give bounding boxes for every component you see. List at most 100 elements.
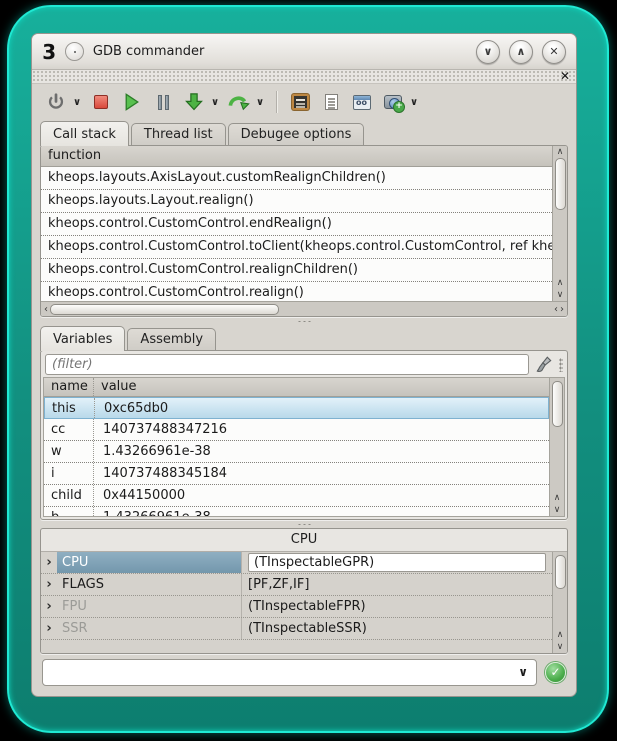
disassembly-doc-icon bbox=[325, 94, 338, 110]
callstack-row[interactable]: kheops.control.CustomControl.realignChil… bbox=[41, 259, 552, 282]
register-group-name[interactable]: CPU bbox=[57, 552, 242, 573]
vscroll-thumb[interactable] bbox=[552, 381, 563, 427]
filter-resize-handle[interactable] bbox=[559, 358, 563, 372]
callstack-vscrollbar[interactable]: ∧ ∧ ∨ bbox=[552, 146, 567, 301]
titlebar[interactable]: Ɛ GDB commander ∨ ∧ ✕ bbox=[32, 34, 576, 70]
shade-button[interactable]: ∨ bbox=[476, 40, 500, 64]
var-name: b bbox=[44, 507, 94, 516]
close-button[interactable]: ✕ bbox=[542, 40, 566, 64]
memory-view-button[interactable] bbox=[288, 90, 312, 114]
window-menu-button[interactable] bbox=[65, 42, 84, 61]
filter-input[interactable] bbox=[45, 354, 529, 375]
variables-header[interactable]: name value bbox=[44, 378, 549, 397]
gdb-commander-window: Ɛ GDB commander ∨ ∧ ✕ ✕ ∨ bbox=[31, 33, 577, 697]
hscroll-thumb[interactable] bbox=[50, 304, 279, 315]
step-into-dropdown[interactable]: ∨ bbox=[210, 97, 220, 108]
chevron-down-icon: ∨ bbox=[484, 45, 493, 58]
disassembly-button[interactable] bbox=[319, 90, 343, 114]
dock-handle-bar[interactable]: ✕ bbox=[32, 70, 576, 84]
callstack-row[interactable]: kheops.control.CustomControl.endRealign(… bbox=[41, 213, 552, 236]
stop-icon bbox=[94, 95, 108, 109]
var-name: i bbox=[44, 463, 94, 484]
vscroll-thumb[interactable] bbox=[555, 158, 566, 210]
dock-close-icon[interactable]: ✕ bbox=[560, 69, 570, 83]
step-over-icon bbox=[228, 92, 250, 112]
expander-icon[interactable]: › bbox=[41, 599, 57, 614]
gdb-command-combobox[interactable]: ∨ bbox=[42, 659, 537, 686]
variable-row[interactable]: child 0x44150000 bbox=[44, 485, 549, 507]
var-name: child bbox=[44, 485, 94, 506]
scroll-left-icon[interactable]: ‹ bbox=[554, 304, 558, 315]
callstack-row[interactable]: kheops.control.CustomControl.realign() bbox=[41, 282, 552, 301]
column-value[interactable]: value bbox=[94, 378, 549, 396]
vscroll-thumb[interactable] bbox=[555, 555, 566, 589]
scroll-up-icon[interactable]: ∧ bbox=[553, 146, 567, 158]
panel-splitter[interactable] bbox=[32, 317, 576, 325]
tab-variables[interactable]: Variables bbox=[40, 326, 125, 351]
cpu-row[interactable]: › FLAGS [PF,ZF,IF] bbox=[41, 574, 552, 596]
expander-icon[interactable]: › bbox=[41, 621, 57, 636]
tab-debugee-options[interactable]: Debugee options bbox=[228, 123, 365, 146]
register-group-name[interactable]: FPU bbox=[57, 596, 242, 617]
power-button[interactable] bbox=[44, 90, 68, 114]
variable-row[interactable]: i 140737488345184 bbox=[44, 463, 549, 485]
variable-row[interactable]: w 1.43266961e-38 bbox=[44, 441, 549, 463]
register-group-name[interactable]: FLAGS bbox=[57, 574, 242, 595]
variable-row[interactable]: cc 140737488347216 bbox=[44, 419, 549, 441]
cpu-row[interactable]: › FPU (TInspectableFPR) bbox=[41, 596, 552, 618]
var-value: 0x44150000 bbox=[94, 485, 549, 506]
variable-row[interactable]: b 1.43266961e-38 bbox=[44, 507, 549, 516]
pause-button[interactable] bbox=[151, 90, 175, 114]
expander-icon[interactable]: › bbox=[41, 555, 57, 570]
callstack-row[interactable]: kheops.control.CustomControl.toClient(kh… bbox=[41, 236, 552, 259]
step-into-icon bbox=[184, 92, 204, 112]
callstack-row[interactable]: kheops.layouts.AxisLayout.customRealignC… bbox=[41, 167, 552, 190]
scroll-down-icon[interactable]: ∨ bbox=[550, 504, 564, 516]
window-title: GDB commander bbox=[93, 44, 204, 59]
register-group-name[interactable]: SSR bbox=[57, 618, 242, 639]
scroll-down-icon[interactable]: ∨ bbox=[553, 641, 567, 653]
step-into-button[interactable] bbox=[182, 90, 206, 114]
register-value-field[interactable]: (TInspectableGPR) bbox=[248, 553, 546, 572]
run-button[interactable] bbox=[120, 90, 144, 114]
scroll-down-icon[interactable]: ∨ bbox=[553, 289, 567, 301]
callstack-hscrollbar[interactable]: ‹ ‹ › bbox=[41, 301, 567, 316]
register-value: (TInspectableFPR) bbox=[242, 599, 552, 614]
snapshot-dropdown[interactable]: ∨ bbox=[409, 97, 419, 108]
tab-call-stack[interactable]: Call stack bbox=[40, 121, 129, 146]
cpu-vscrollbar[interactable]: ∧ ∨ bbox=[552, 552, 567, 653]
callstack-column-header[interactable]: function bbox=[41, 146, 552, 167]
panel-splitter[interactable] bbox=[32, 520, 576, 528]
variables-panel: name value this 0xc65db0 cc 140737488347… bbox=[40, 350, 568, 520]
tab-thread-list[interactable]: Thread list bbox=[131, 123, 226, 146]
cpu-row[interactable]: › SSR (TInspectableSSR) bbox=[41, 618, 552, 640]
step-over-dropdown[interactable]: ∨ bbox=[255, 97, 265, 108]
chevron-down-icon[interactable]: ∨ bbox=[518, 665, 528, 679]
watches-button[interactable] bbox=[350, 90, 374, 114]
chevron-up-icon: ∧ bbox=[517, 45, 526, 58]
stop-button[interactable] bbox=[89, 90, 113, 114]
expander-icon[interactable]: › bbox=[41, 577, 57, 592]
variables-vscrollbar[interactable]: ∧ ∨ bbox=[549, 378, 564, 516]
splitter-handle-dots[interactable] bbox=[297, 320, 311, 323]
power-dropdown[interactable]: ∨ bbox=[72, 97, 82, 108]
cpu-panel: CPU › CPU (TInspectableGPR) › FLAGS [PF,… bbox=[40, 528, 568, 654]
scroll-right-icon[interactable]: › bbox=[560, 304, 564, 315]
tab-assembly[interactable]: Assembly bbox=[127, 328, 216, 351]
scroll-up-icon[interactable]: ∧ bbox=[553, 277, 567, 289]
scroll-up-icon[interactable]: ∧ bbox=[550, 492, 564, 504]
callstack-row[interactable]: kheops.layouts.Layout.realign() bbox=[41, 190, 552, 213]
snapshot-button[interactable] bbox=[381, 90, 405, 114]
debug-toolbar: ∨ ∨ ∨ ∨ bbox=[32, 84, 576, 120]
send-command-button[interactable]: ✓ bbox=[545, 662, 566, 683]
scroll-left-icon[interactable]: ‹ bbox=[44, 304, 48, 315]
variable-row-selected[interactable]: this 0xc65db0 bbox=[44, 397, 549, 419]
step-over-button[interactable] bbox=[227, 90, 251, 114]
splitter-handle-dots[interactable] bbox=[297, 523, 311, 526]
scroll-up-icon[interactable]: ∧ bbox=[553, 629, 567, 641]
var-name: w bbox=[44, 441, 94, 462]
clear-filter-broom-icon[interactable] bbox=[534, 355, 554, 375]
cpu-row-selected[interactable]: › CPU (TInspectableGPR) bbox=[41, 552, 552, 574]
restore-button[interactable]: ∧ bbox=[509, 40, 533, 64]
column-name[interactable]: name bbox=[44, 378, 94, 396]
